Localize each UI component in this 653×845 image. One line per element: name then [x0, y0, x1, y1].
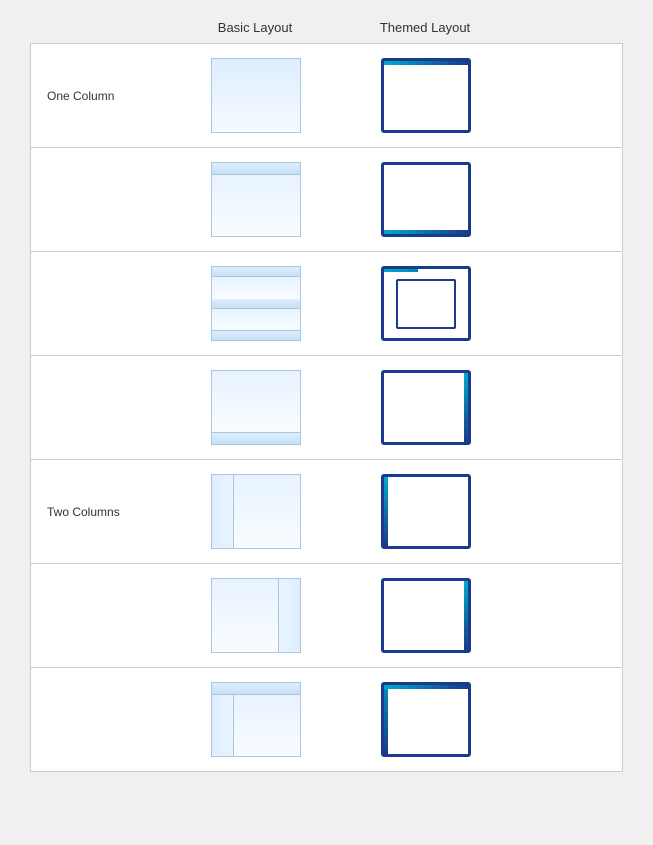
bottom-bar — [212, 432, 300, 444]
basic-two-cols-cell[interactable] — [171, 460, 341, 563]
row-two-cols-label: Two Columns — [31, 505, 171, 519]
column-headers: Basic Layout Themed Layout — [170, 20, 623, 35]
main-area — [212, 175, 300, 236]
basic-one-column-cell[interactable] — [171, 44, 341, 147]
basic-main-bottom-cell[interactable] — [171, 356, 341, 459]
left-col — [212, 695, 234, 756]
basic-layout-header: Basic Layout — [170, 20, 340, 35]
teal-bar — [384, 477, 388, 546]
row-three-rows — [31, 252, 622, 356]
basic-two-cols-right-cell[interactable] — [171, 564, 341, 667]
row-main-bottom — [31, 356, 622, 460]
main-area — [212, 371, 300, 432]
themed-top-two-cols-thumb[interactable] — [381, 682, 471, 757]
basic-two-cols-right-thumb[interactable] — [211, 578, 301, 653]
row-top-main — [31, 148, 622, 252]
themed-three-rows-cell[interactable] — [341, 252, 511, 355]
teal-bar — [464, 581, 468, 650]
row-one-column: One Column — [31, 44, 622, 148]
themed-top-main-thumb[interactable] — [381, 162, 471, 237]
row-one-column-label: One Column — [31, 89, 171, 103]
themed-two-cols-cell[interactable] — [341, 460, 511, 563]
basic-three-rows-cell[interactable] — [171, 252, 341, 355]
basic-main-bottom-thumb[interactable] — [211, 370, 301, 445]
basic-top-main-cell[interactable] — [171, 148, 341, 251]
mid-area2 — [212, 309, 300, 331]
themed-layout-header: Themed Layout — [340, 20, 510, 35]
basic-top-two-cols-cell[interactable] — [171, 668, 341, 771]
inner-box — [396, 279, 456, 329]
bot-bar — [212, 330, 300, 340]
themed-top-two-cols-cell[interactable] — [341, 668, 511, 771]
teal-bar — [464, 373, 468, 442]
body-area — [384, 689, 468, 754]
layout-table: One Column — [30, 43, 623, 772]
teal-bar — [384, 61, 468, 65]
row-two-cols: Two Columns — [31, 460, 622, 564]
right-col — [234, 475, 300, 548]
themed-two-cols-thumb[interactable] — [381, 474, 471, 549]
themed-one-column-cell[interactable] — [341, 44, 511, 147]
teal-left — [384, 689, 388, 754]
right-col — [234, 695, 300, 756]
left-col — [212, 579, 278, 652]
basic-three-rows-thumb[interactable] — [211, 266, 301, 341]
row-two-cols-right — [31, 564, 622, 668]
mid-bar — [212, 299, 300, 309]
cols-area — [212, 695, 300, 756]
themed-top-main-cell[interactable] — [341, 148, 511, 251]
top-bar — [212, 163, 300, 175]
basic-top-two-cols-thumb[interactable] — [211, 682, 301, 757]
themed-two-cols-right-cell[interactable] — [341, 564, 511, 667]
themed-three-rows-thumb[interactable] — [381, 266, 471, 341]
themed-main-bottom-cell[interactable] — [341, 356, 511, 459]
themed-one-column-thumb[interactable] — [381, 58, 471, 133]
themed-main-bottom-thumb[interactable] — [381, 370, 471, 445]
teal-bar — [384, 230, 468, 234]
mid-area — [212, 277, 300, 299]
top-bar — [212, 683, 300, 695]
top-bar — [212, 267, 300, 277]
basic-top-main-thumb[interactable] — [211, 162, 301, 237]
themed-two-cols-right-thumb[interactable] — [381, 578, 471, 653]
left-col — [212, 475, 234, 548]
page-wrapper: Basic Layout Themed Layout One Column — [0, 0, 653, 845]
right-col — [278, 579, 300, 652]
row-top-two-cols — [31, 668, 622, 771]
basic-two-cols-thumb[interactable] — [211, 474, 301, 549]
basic-one-column-thumb[interactable] — [211, 58, 301, 133]
